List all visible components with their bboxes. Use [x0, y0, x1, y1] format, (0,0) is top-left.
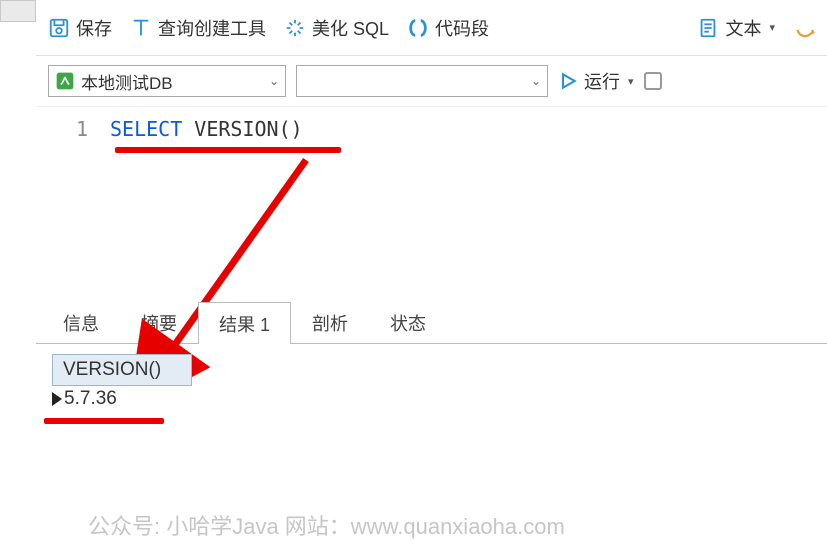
- database-select[interactable]: 本地测试DB ⌄: [48, 65, 286, 97]
- text-label: 文本: [725, 15, 761, 41]
- line-number: 1: [36, 117, 88, 141]
- beautify-label: 美化 SQL: [312, 15, 389, 41]
- tab-profile[interactable]: 剖析: [291, 301, 369, 343]
- export-button[interactable]: [793, 17, 817, 39]
- play-icon: [558, 71, 578, 91]
- tab-result[interactable]: 结果 1: [198, 302, 291, 344]
- query-builder-button[interactable]: 查询创建工具: [130, 15, 266, 41]
- annotation-underline-2: [44, 418, 164, 424]
- line-number-gutter: 1: [36, 107, 102, 306]
- stop-icon: [644, 72, 662, 90]
- query-builder-label: 查询创建工具: [158, 15, 266, 41]
- run-button[interactable]: 运行 ▾: [558, 68, 634, 94]
- watermark-text: 公众号: 小哈学Java 网站：www.quanxiaoha.com: [88, 509, 565, 541]
- chevron-down-icon: ⌄: [269, 74, 279, 88]
- left-gutter: [0, 0, 36, 22]
- export-icon: [793, 17, 817, 39]
- connection-row: 本地测试DB ⌄ ⌄ 运行 ▾: [36, 56, 827, 106]
- save-label: 保存: [76, 15, 112, 41]
- run-label: 运行: [584, 68, 620, 94]
- sql-keyword: SELECT: [110, 117, 182, 141]
- chevron-down-icon: ⌄: [531, 74, 541, 88]
- chevron-down-icon: ▾: [769, 21, 775, 34]
- annotation-underline-1: [115, 147, 341, 153]
- table-row[interactable]: 5.7.36: [52, 386, 827, 410]
- document-icon: [697, 17, 719, 39]
- tab-info[interactable]: 信息: [42, 301, 120, 343]
- save-icon: [48, 17, 70, 39]
- sparkle-icon: [284, 17, 306, 39]
- chevron-down-icon: ▾: [628, 75, 634, 88]
- result-tabs: 信息 摘要 结果 1 剖析 状态: [36, 306, 827, 344]
- database-name: 本地测试DB: [81, 69, 263, 94]
- result-grid: VERSION() 5.7.36: [36, 344, 827, 410]
- snippets-label: 代码段: [435, 15, 489, 41]
- tab-summary[interactable]: 摘要: [120, 301, 198, 343]
- beautify-button[interactable]: 美化 SQL: [284, 15, 389, 41]
- cell-value: 5.7.36: [64, 388, 117, 410]
- code-area[interactable]: SELECT VERSION(): [102, 107, 303, 306]
- column-header[interactable]: VERSION(): [52, 354, 192, 386]
- sql-editor[interactable]: 1 SELECT VERSION(): [36, 106, 827, 306]
- sql-function: VERSION(): [194, 117, 302, 141]
- snippets-button[interactable]: 代码段: [407, 15, 489, 41]
- tab-status[interactable]: 状态: [369, 301, 447, 343]
- brackets-icon: [407, 17, 429, 39]
- database-icon: [55, 71, 75, 91]
- current-row-icon: [52, 392, 62, 406]
- hammer-icon: [130, 17, 152, 39]
- stop-button[interactable]: [644, 72, 662, 90]
- text-button[interactable]: 文本 ▾: [697, 15, 775, 41]
- toolbar: 保存 查询创建工具 美化 SQL 代码段 文本 ▾: [36, 0, 827, 56]
- save-button[interactable]: 保存: [48, 15, 112, 41]
- schema-select[interactable]: ⌄: [296, 65, 548, 97]
